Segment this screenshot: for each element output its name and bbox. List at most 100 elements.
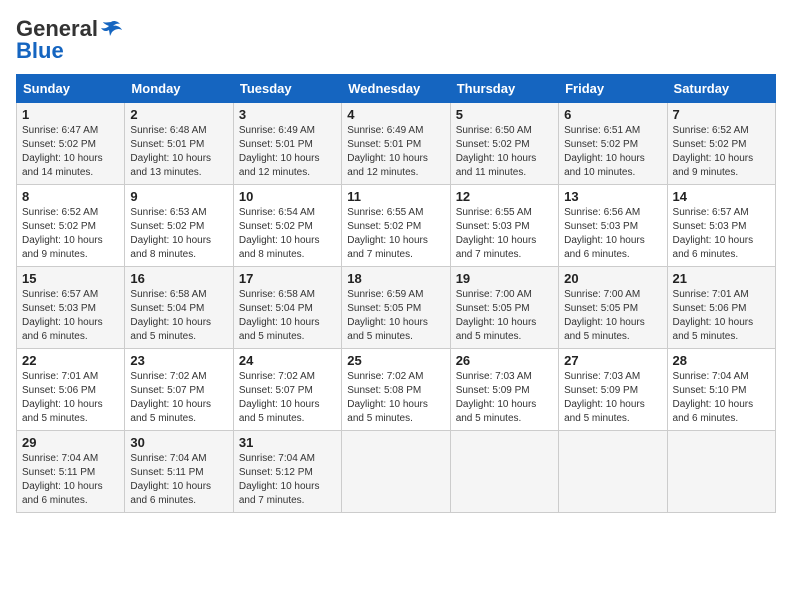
day-info: Sunrise: 7:00 AM Sunset: 5:05 PM Dayligh… [564,288,661,344]
day-info: Sunrise: 6:49 AM Sunset: 5:01 PM Dayligh… [347,124,444,180]
calendar-header-monday: Monday [125,75,233,103]
logo-bird-icon [100,20,122,38]
calendar-cell: 16 Sunrise: 6:58 AM Sunset: 5:04 PM Dayli… [125,267,233,349]
calendar-cell: 9Sunrise: 6:53 AM Sunset: 5:02 PM Daylig… [125,185,233,267]
day-number: 2 [130,107,227,122]
calendar-cell: 5 Sunrise: 6:50 AM Sunset: 5:02 PM Daylig… [450,103,558,185]
day-info: Sunrise: 6:57 AM Sunset: 5:03 PM Dayligh… [22,288,119,344]
day-info: Sunrise: 7:01 AM Sunset: 5:06 PM Dayligh… [22,370,119,426]
day-number: 23 [130,353,227,368]
calendar-cell: 3Sunrise: 6:49 AM Sunset: 5:01 PM Daylig… [233,103,341,185]
day-number: 22 [22,353,119,368]
day-info: Sunrise: 6:55 AM Sunset: 5:03 PM Dayligh… [456,206,553,262]
day-number: 11 [347,189,444,204]
calendar-cell: 31 Sunrise: 7:04 AM Sunset: 5:12 PM Dayli… [233,431,341,513]
day-number: 19 [456,271,553,286]
day-info: Sunrise: 6:52 AM Sunset: 5:02 PM Dayligh… [22,206,119,262]
calendar-cell: 1 Sunrise: 6:47 AM Sunset: 5:02 PM Daylig… [17,103,125,185]
calendar-header-sunday: Sunday [17,75,125,103]
calendar-week-1: 1 Sunrise: 6:47 AM Sunset: 5:02 PM Daylig… [17,103,776,185]
day-number: 31 [239,435,336,450]
day-number: 5 [456,107,553,122]
calendar-cell: 23 Sunrise: 7:02 AM Sunset: 5:07 PM Dayli… [125,349,233,431]
calendar-cell: 18Sunrise: 6:59 AM Sunset: 5:05 PM Dayli… [342,267,450,349]
calendar-cell: 27 Sunrise: 7:03 AM Sunset: 5:09 PM Dayli… [559,349,667,431]
calendar-cell: 17Sunrise: 6:58 AM Sunset: 5:04 PM Dayli… [233,267,341,349]
day-number: 21 [673,271,770,286]
calendar-cell: 25 Sunrise: 7:02 AM Sunset: 5:08 PM Dayli… [342,349,450,431]
day-number: 27 [564,353,661,368]
day-info: Sunrise: 7:03 AM Sunset: 5:09 PM Dayligh… [564,370,661,426]
day-number: 26 [456,353,553,368]
day-info: Sunrise: 6:48 AM Sunset: 5:01 PM Dayligh… [130,124,227,180]
day-number: 6 [564,107,661,122]
day-number: 29 [22,435,119,450]
calendar-cell: 24Sunrise: 7:02 AM Sunset: 5:07 PM Dayli… [233,349,341,431]
logo-blue: Blue [16,38,64,64]
calendar-cell [559,431,667,513]
day-number: 9 [130,189,227,204]
calendar-cell: 22 Sunrise: 7:01 AM Sunset: 5:06 PM Dayli… [17,349,125,431]
day-info: Sunrise: 6:47 AM Sunset: 5:02 PM Dayligh… [22,124,119,180]
day-info: Sunrise: 7:04 AM Sunset: 5:11 PM Dayligh… [22,452,119,508]
day-number: 13 [564,189,661,204]
day-info: Sunrise: 6:51 AM Sunset: 5:02 PM Dayligh… [564,124,661,180]
calendar-cell: 6 Sunrise: 6:51 AM Sunset: 5:02 PM Daylig… [559,103,667,185]
day-info: Sunrise: 7:04 AM Sunset: 5:11 PM Dayligh… [130,452,227,508]
day-number: 8 [22,189,119,204]
calendar-cell [342,431,450,513]
calendar-cell: 21 Sunrise: 7:01 AM Sunset: 5:06 PM Dayli… [667,267,775,349]
day-info: Sunrise: 6:59 AM Sunset: 5:05 PM Dayligh… [347,288,444,344]
day-number: 10 [239,189,336,204]
day-number: 20 [564,271,661,286]
day-info: Sunrise: 7:02 AM Sunset: 5:07 PM Dayligh… [239,370,336,426]
calendar-header-row: SundayMondayTuesdayWednesdayThursdayFrid… [17,75,776,103]
day-info: Sunrise: 6:54 AM Sunset: 5:02 PM Dayligh… [239,206,336,262]
day-number: 4 [347,107,444,122]
calendar-header-friday: Friday [559,75,667,103]
calendar-week-4: 22 Sunrise: 7:01 AM Sunset: 5:06 PM Dayli… [17,349,776,431]
day-info: Sunrise: 7:04 AM Sunset: 5:12 PM Dayligh… [239,452,336,508]
day-info: Sunrise: 6:56 AM Sunset: 5:03 PM Dayligh… [564,206,661,262]
day-info: Sunrise: 7:00 AM Sunset: 5:05 PM Dayligh… [456,288,553,344]
day-info: Sunrise: 7:02 AM Sunset: 5:07 PM Dayligh… [130,370,227,426]
calendar-cell: 28 Sunrise: 7:04 AM Sunset: 5:10 PM Dayli… [667,349,775,431]
calendar-cell: 8 Sunrise: 6:52 AM Sunset: 5:02 PM Daylig… [17,185,125,267]
day-info: Sunrise: 6:58 AM Sunset: 5:04 PM Dayligh… [239,288,336,344]
day-info: Sunrise: 7:01 AM Sunset: 5:06 PM Dayligh… [673,288,770,344]
calendar-cell: 2 Sunrise: 6:48 AM Sunset: 5:01 PM Daylig… [125,103,233,185]
calendar-cell: 11 Sunrise: 6:55 AM Sunset: 5:02 PM Dayli… [342,185,450,267]
calendar-cell: 30 Sunrise: 7:04 AM Sunset: 5:11 PM Dayli… [125,431,233,513]
day-number: 30 [130,435,227,450]
calendar-cell: 20 Sunrise: 7:00 AM Sunset: 5:05 PM Dayli… [559,267,667,349]
calendar-header-wednesday: Wednesday [342,75,450,103]
day-number: 25 [347,353,444,368]
day-info: Sunrise: 7:04 AM Sunset: 5:10 PM Dayligh… [673,370,770,426]
calendar-header-thursday: Thursday [450,75,558,103]
calendar-week-2: 8 Sunrise: 6:52 AM Sunset: 5:02 PM Daylig… [17,185,776,267]
page-header: General Blue [16,16,776,64]
calendar-cell [450,431,558,513]
day-number: 28 [673,353,770,368]
day-number: 1 [22,107,119,122]
day-info: Sunrise: 7:02 AM Sunset: 5:08 PM Dayligh… [347,370,444,426]
calendar-cell: 14Sunrise: 6:57 AM Sunset: 5:03 PM Dayli… [667,185,775,267]
day-info: Sunrise: 6:55 AM Sunset: 5:02 PM Dayligh… [347,206,444,262]
calendar-cell: 29 Sunrise: 7:04 AM Sunset: 5:11 PM Dayli… [17,431,125,513]
calendar-cell: 26Sunrise: 7:03 AM Sunset: 5:09 PM Dayli… [450,349,558,431]
calendar-header-tuesday: Tuesday [233,75,341,103]
calendar-cell: 7 Sunrise: 6:52 AM Sunset: 5:02 PM Daylig… [667,103,775,185]
calendar-cell: 19 Sunrise: 7:00 AM Sunset: 5:05 PM Dayli… [450,267,558,349]
day-info: Sunrise: 6:52 AM Sunset: 5:02 PM Dayligh… [673,124,770,180]
day-info: Sunrise: 6:50 AM Sunset: 5:02 PM Dayligh… [456,124,553,180]
calendar-cell: 10 Sunrise: 6:54 AM Sunset: 5:02 PM Dayli… [233,185,341,267]
day-number: 7 [673,107,770,122]
calendar-cell: 4 Sunrise: 6:49 AM Sunset: 5:01 PM Daylig… [342,103,450,185]
calendar-cell: 12Sunrise: 6:55 AM Sunset: 5:03 PM Dayli… [450,185,558,267]
calendar-week-3: 15Sunrise: 6:57 AM Sunset: 5:03 PM Dayli… [17,267,776,349]
day-number: 3 [239,107,336,122]
logo: General Blue [16,16,122,64]
day-number: 16 [130,271,227,286]
day-info: Sunrise: 6:58 AM Sunset: 5:04 PM Dayligh… [130,288,227,344]
calendar-table: SundayMondayTuesdayWednesdayThursdayFrid… [16,74,776,513]
